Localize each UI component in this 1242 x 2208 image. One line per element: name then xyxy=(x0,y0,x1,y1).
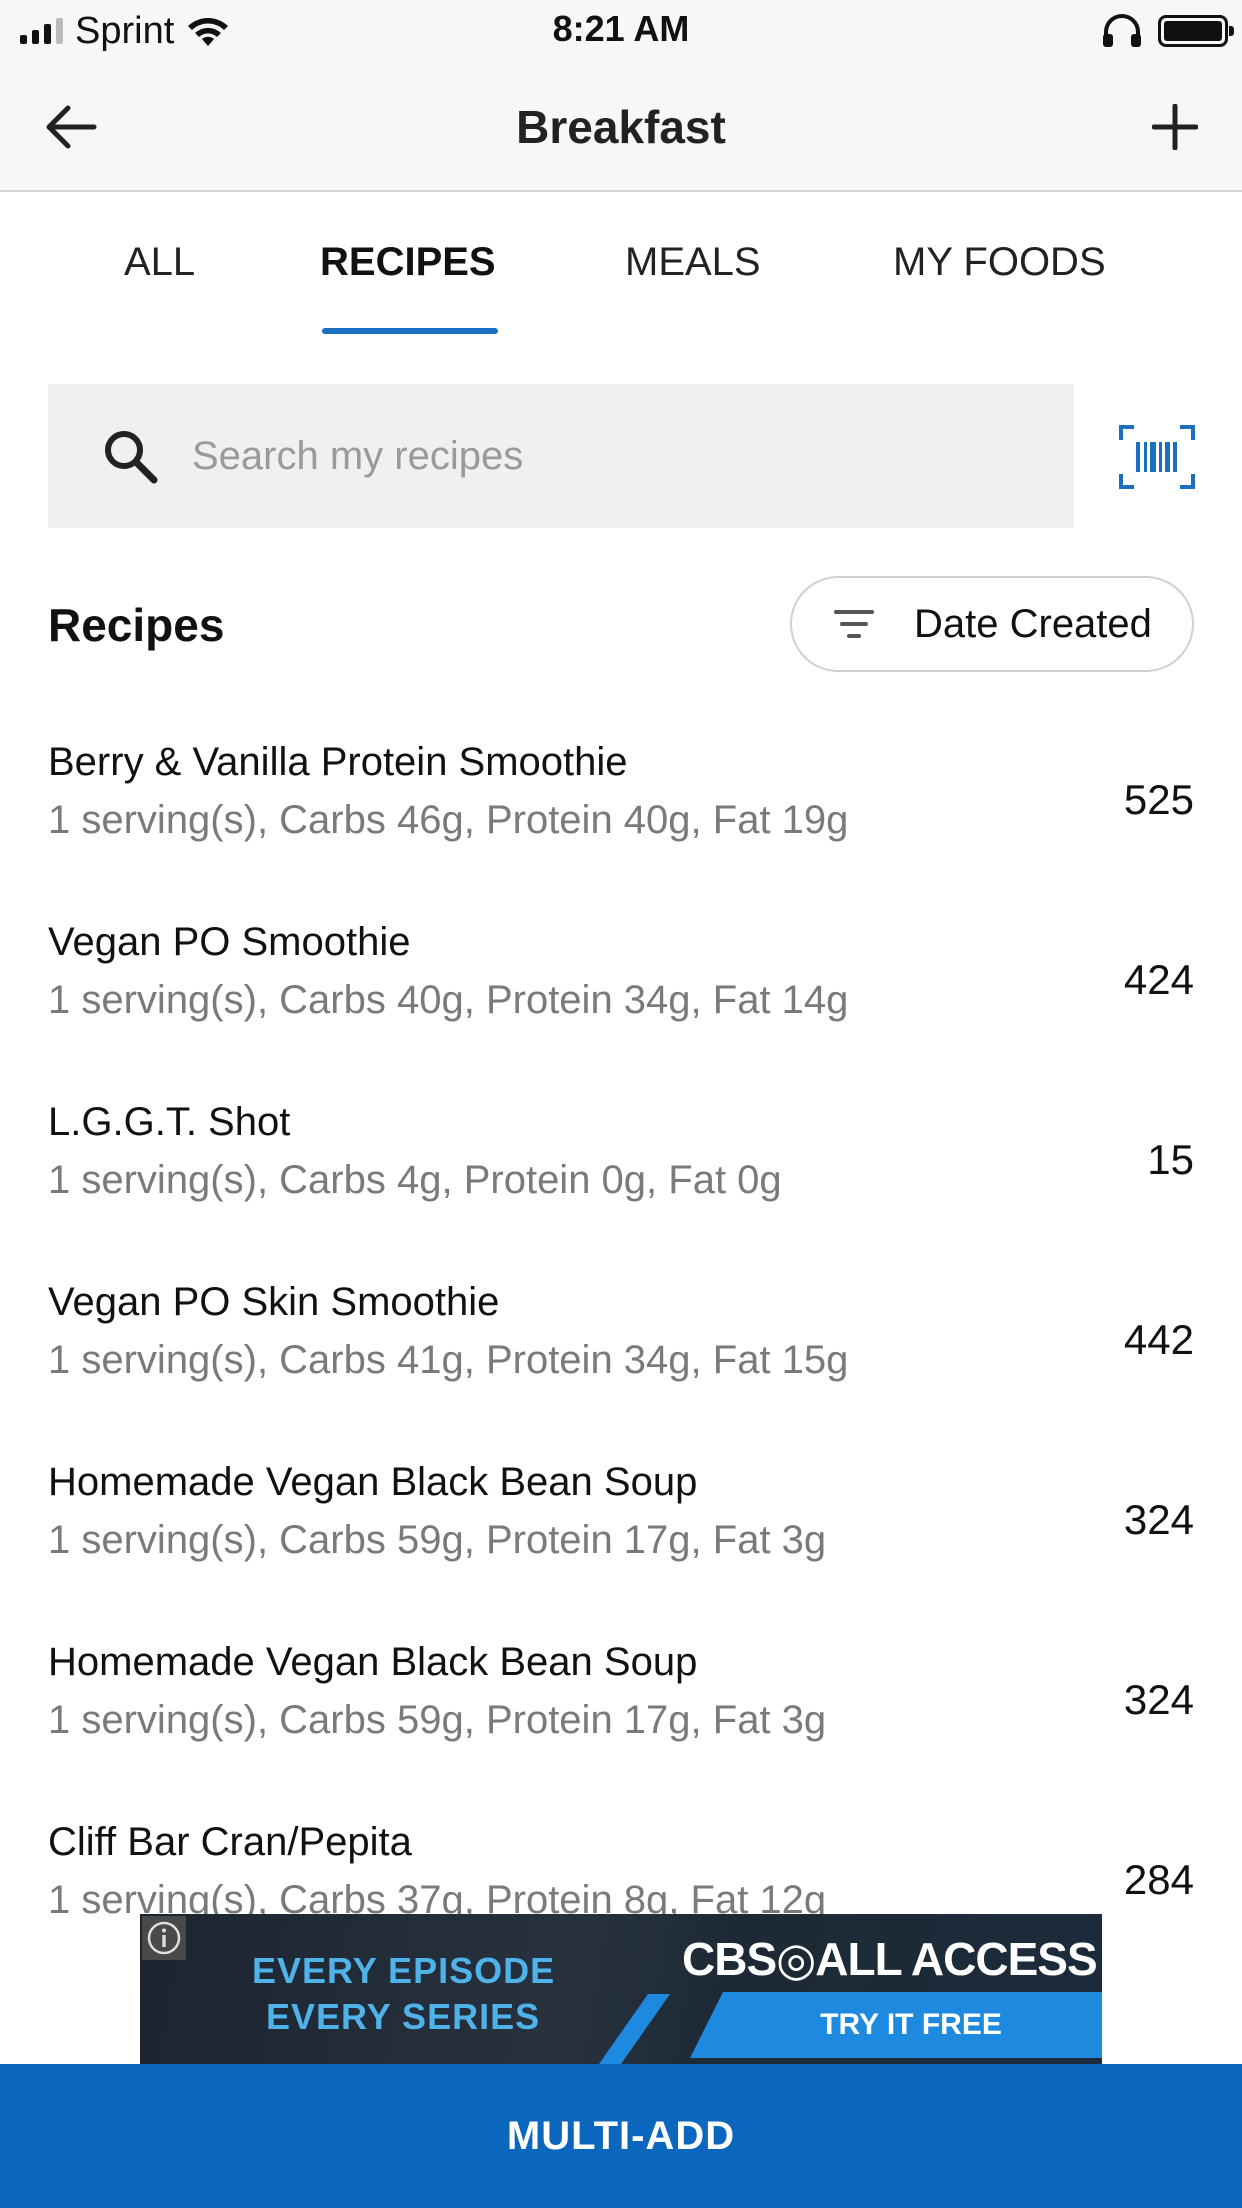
recipe-calories: 284 xyxy=(1123,1856,1194,1903)
tab-meals[interactable]: MEALS xyxy=(625,240,761,285)
filter-sort-icon xyxy=(834,610,874,638)
recipe-calories: 15 xyxy=(1147,1136,1194,1183)
multi-add-label: MULTI-ADD xyxy=(506,2113,736,2158)
recipe-details: 1 serving(s), Carbs 4g, Protein 0g, Fat … xyxy=(48,1158,782,1202)
status-bar-right xyxy=(1100,10,1234,52)
ad-brand-logo: CBS◎ALL ACCESS xyxy=(682,1933,1098,1985)
status-time: 8:21 AM xyxy=(552,8,690,49)
search-bar[interactable] xyxy=(48,384,1074,528)
recipe-name: Homemade Vegan Black Bean Soup xyxy=(48,1460,698,1504)
recipe-calories: 324 xyxy=(1123,1676,1194,1723)
list-item[interactable]: L.G.G.T. Shot 1 serving(s), Carbs 4g, Pr… xyxy=(0,1060,1242,1240)
recipe-name: Homemade Vegan Black Bean Soup xyxy=(48,1640,698,1684)
recipe-name: Cliff Bar Cran/Pepita xyxy=(48,1820,412,1864)
recipe-details: 1 serving(s), Carbs 41g, Protein 34g, Fa… xyxy=(48,1338,849,1382)
plus-icon xyxy=(1152,104,1198,150)
ad-cta-label: TRY IT FREE xyxy=(820,2008,1002,2041)
recipe-calories: 525 xyxy=(1123,776,1194,823)
recipe-details: 1 serving(s), Carbs 59g, Protein 17g, Fa… xyxy=(48,1698,827,1742)
sort-label: Date Created xyxy=(914,601,1152,646)
recipe-calories: 424 xyxy=(1123,956,1194,1003)
tab-my-foods[interactable]: MY FOODS xyxy=(893,240,1106,285)
recipe-calories: 324 xyxy=(1123,1496,1194,1543)
recipe-details: 1 serving(s), Carbs 40g, Protein 34g, Fa… xyxy=(48,978,849,1022)
add-button[interactable] xyxy=(1118,92,1198,162)
recipe-details: 1 serving(s), Carbs 37g, Protein 8g, Fat… xyxy=(48,1878,827,1914)
list-item[interactable]: Vegan PO Skin Smoothie 1 serving(s), Car… xyxy=(0,1240,1242,1420)
tab-all[interactable]: ALL xyxy=(124,240,195,285)
recipe-list: Berry & Vanilla Protein Smoothie 1 servi… xyxy=(0,700,1242,1914)
info-icon xyxy=(147,1921,181,1955)
ad-decoration xyxy=(591,1994,671,2064)
multi-add-button[interactable]: MULTI-ADD xyxy=(0,2064,1242,2208)
section-title: Recipes xyxy=(48,599,225,651)
list-item[interactable]: Cliff Bar Cran/Pepita 1 serving(s), Carb… xyxy=(0,1780,1242,1914)
ad-banner[interactable]: EVERY EPISODE EVERY SERIES CBS◎ALL ACCES… xyxy=(140,1914,1102,2064)
nav-bar: Breakfast xyxy=(0,62,1242,192)
recipe-name: Vegan PO Smoothie xyxy=(48,920,411,964)
list-item[interactable]: Homemade Vegan Black Bean Soup 1 serving… xyxy=(0,1600,1242,1780)
recipe-calories: 442 xyxy=(1123,1316,1194,1363)
ad-cta-button[interactable]: TRY IT FREE xyxy=(690,1992,1102,2058)
search-input[interactable] xyxy=(192,433,952,479)
ad-headline-2: EVERY SERIES xyxy=(266,1996,541,2037)
recipe-name: Vegan PO Skin Smoothie xyxy=(48,1280,500,1324)
ad-info-icon[interactable] xyxy=(142,1916,186,1960)
tab-bar: ALL RECIPES MEALS MY FOODS xyxy=(0,194,1242,336)
list-item[interactable]: Berry & Vanilla Protein Smoothie 1 servi… xyxy=(0,700,1242,880)
recipe-details: 1 serving(s), Carbs 46g, Protein 40g, Fa… xyxy=(48,798,849,842)
recipe-name: Berry & Vanilla Protein Smoothie xyxy=(48,740,628,784)
active-tab-indicator xyxy=(322,328,498,334)
page-title: Breakfast xyxy=(516,101,726,153)
list-item[interactable]: Homemade Vegan Black Bean Soup 1 serving… xyxy=(0,1420,1242,1600)
barcode-scan-icon[interactable] xyxy=(1118,424,1196,490)
ad-headline-1: EVERY EPISODE xyxy=(252,1950,556,1991)
battery-icon xyxy=(1158,15,1234,47)
sort-button[interactable]: Date Created xyxy=(790,576,1194,672)
tab-recipes[interactable]: RECIPES xyxy=(320,240,496,285)
headphones-icon xyxy=(1103,14,1141,47)
list-item[interactable]: Vegan PO Smoothie 1 serving(s), Carbs 40… xyxy=(0,880,1242,1060)
recipe-name: L.G.G.T. Shot xyxy=(48,1100,291,1144)
search-icon xyxy=(105,431,158,484)
recipe-details: 1 serving(s), Carbs 59g, Protein 17g, Fa… xyxy=(48,1518,827,1562)
status-bar: Sprint 8:21 AM xyxy=(0,0,1242,62)
